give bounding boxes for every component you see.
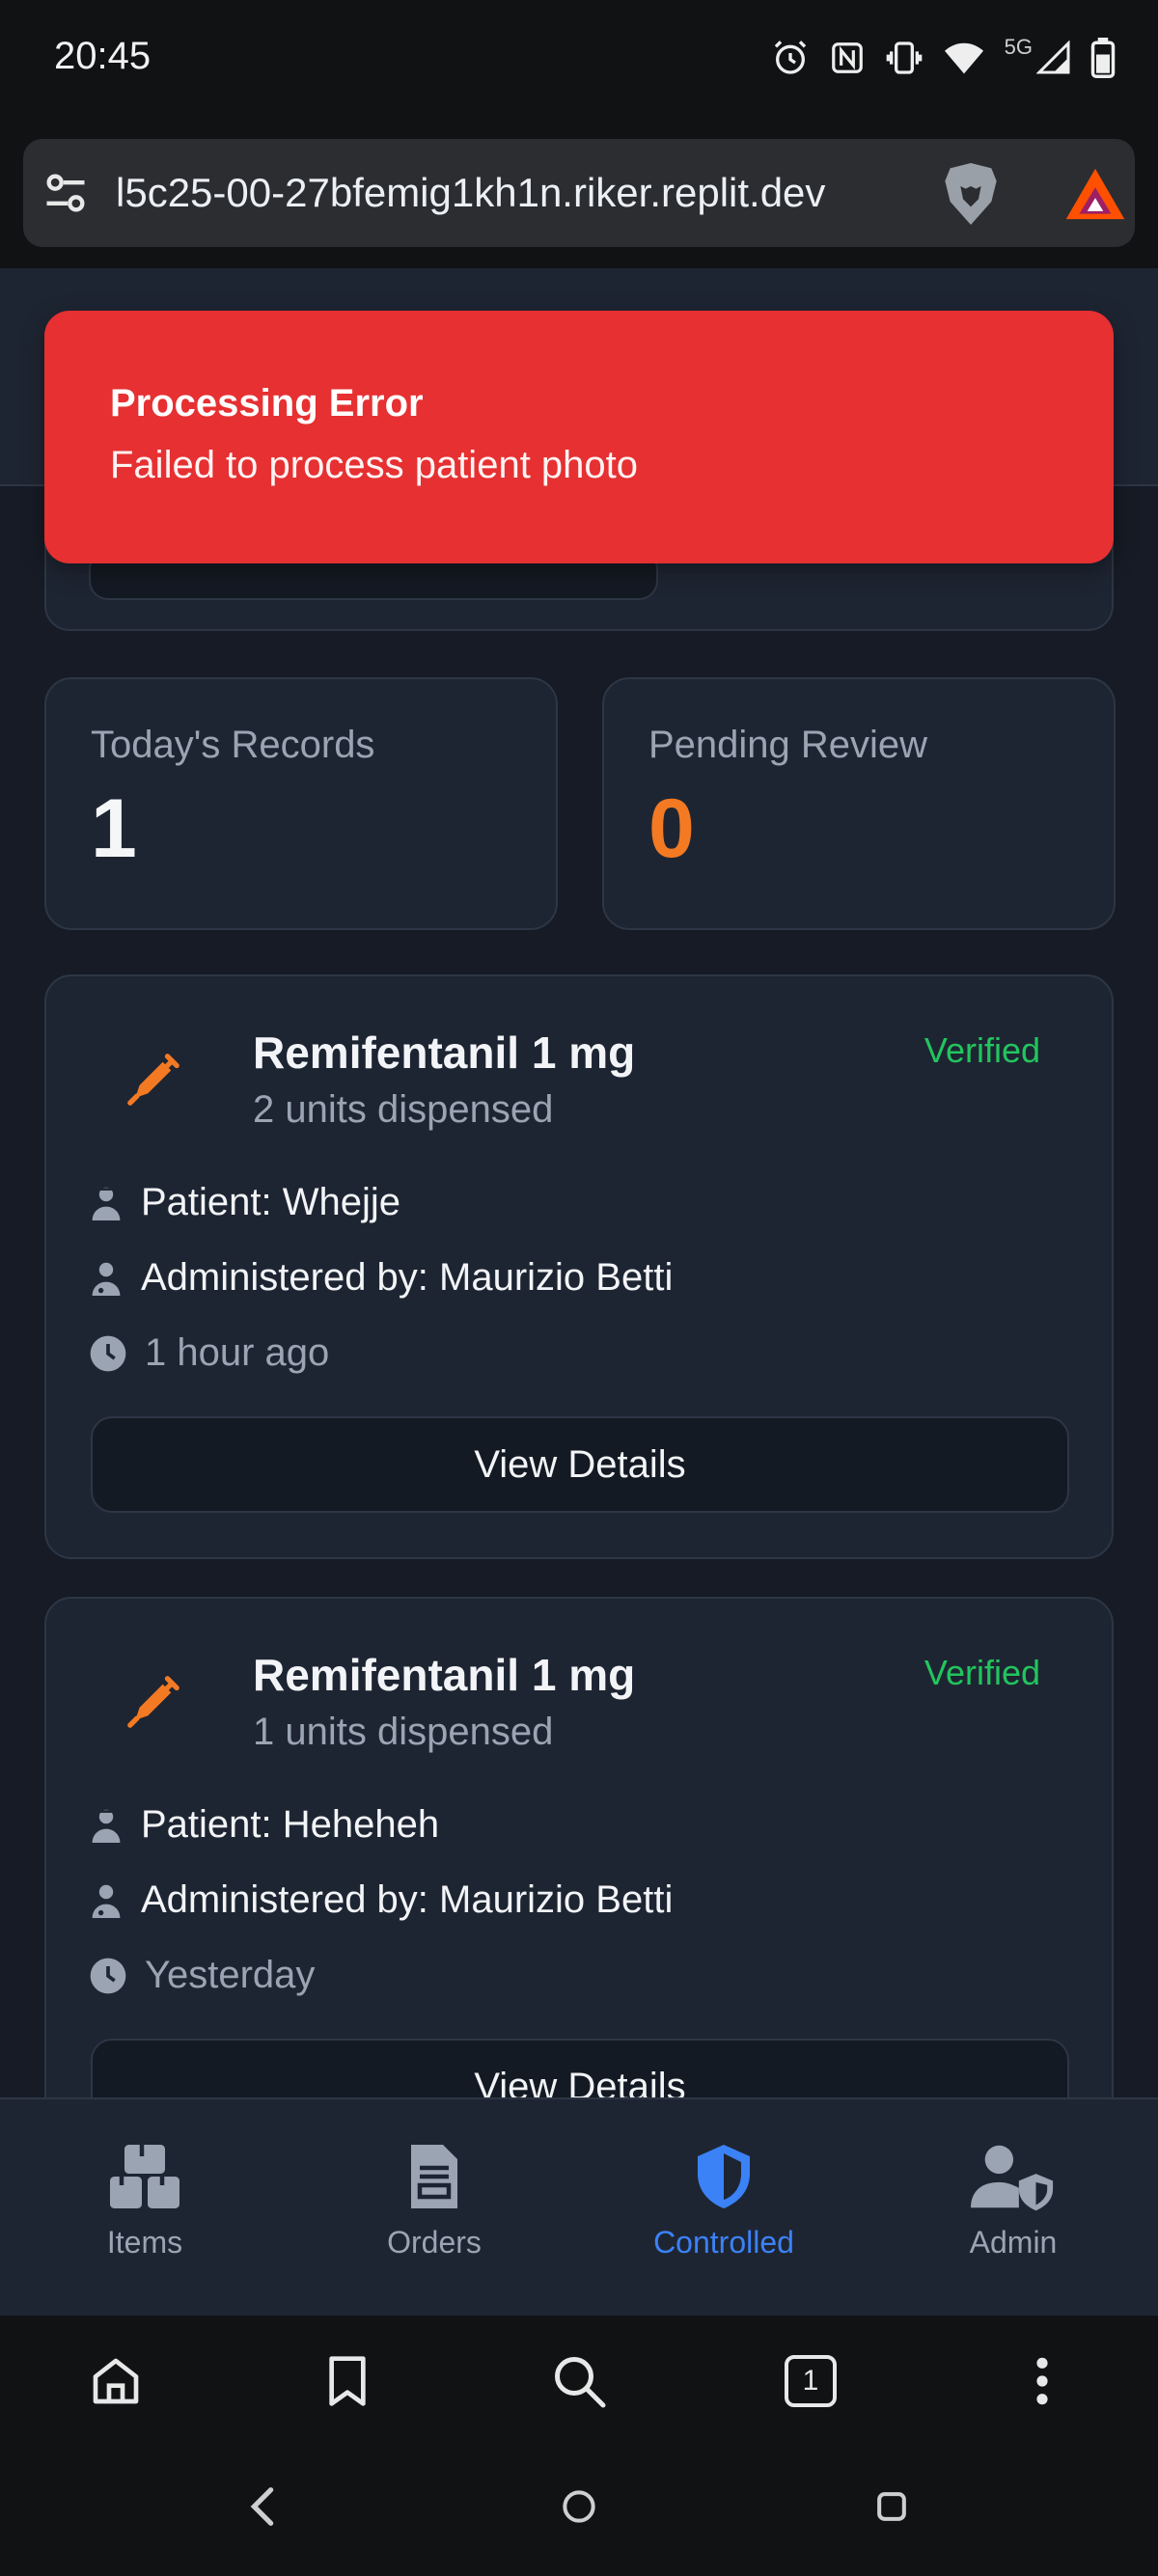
patient-icon: [92, 1187, 121, 1220]
tabs-button[interactable]: 1: [753, 2323, 868, 2439]
nav-controlled[interactable]: Controlled: [579, 2099, 868, 2316]
nav-items[interactable]: Items: [0, 2099, 290, 2316]
menu-button[interactable]: [984, 2323, 1100, 2439]
record-title: Remifentanil 1 mg: [253, 1028, 636, 1078]
clipboard-icon: [411, 2145, 457, 2208]
status-icons: 5G: [771, 33, 1116, 83]
app-bottom-nav: Items Orders Controlled Admin: [0, 2097, 1158, 2316]
view-details-button[interactable]: View Details: [91, 2039, 1069, 2097]
tab-count: 1: [785, 2355, 837, 2407]
stat-value: 1: [91, 782, 137, 875]
clock-icon: [90, 1958, 126, 1993]
signal-icon: [1036, 41, 1070, 74]
nav-admin[interactable]: Admin: [868, 2099, 1158, 2316]
search-button[interactable]: [521, 2323, 637, 2439]
recents-icon[interactable]: [870, 2481, 913, 2532]
status-time: 20:45: [54, 35, 152, 77]
shield-icon: [698, 2145, 750, 2208]
clock-icon: [90, 1335, 126, 1371]
stat-label: Pending Review: [648, 724, 928, 766]
time-text: Yesterday: [145, 1954, 316, 1996]
patient-icon: [92, 1809, 121, 1843]
patient-text: Patient: Heheheh: [141, 1803, 440, 1846]
toast-title: Processing Error: [110, 382, 424, 425]
time-line: 1 hour ago: [89, 1331, 329, 1375]
view-details-button[interactable]: View Details: [91, 1416, 1069, 1513]
status-bar: 20:45 5G: [0, 0, 1158, 116]
address-bar[interactable]: l5c25-00-27bfemig1kh1n.riker.replit.dev: [23, 139, 1135, 247]
url-text[interactable]: l5c25-00-27bfemig1kh1n.riker.replit.dev: [116, 166, 917, 220]
wifi-icon: [944, 42, 983, 74]
network-type: 5G: [1004, 35, 1033, 59]
back-icon[interactable]: [243, 2481, 282, 2532]
doctor-icon: [92, 1262, 121, 1296]
nav-label: Admin: [969, 2225, 1058, 2260]
administered-line: Administered by: Maurizio Betti: [89, 1256, 673, 1300]
syringe-icon: [127, 1676, 179, 1728]
battery-icon: [1090, 38, 1116, 78]
toast-message: Failed to process patient photo: [110, 444, 639, 486]
nfc-icon: [831, 42, 863, 73]
system-nav-bar: [0, 2447, 1158, 2576]
alarm-icon: [774, 41, 806, 74]
user-shield-icon: [971, 2145, 1054, 2211]
status-badge: Verified: [924, 1030, 1040, 1070]
record-subtitle: 1 units dispensed: [253, 1711, 554, 1753]
bookmark-icon: [329, 2356, 366, 2406]
time-line: Yesterday: [89, 1954, 315, 1997]
home-icon: [93, 2358, 139, 2404]
bookmark-button[interactable]: [290, 2323, 405, 2439]
site-settings-icon[interactable]: [41, 168, 91, 218]
stat-label: Today's Records: [91, 724, 375, 766]
administered-text: Administered by: Maurizio Betti: [141, 1256, 674, 1299]
error-toast[interactable]: Processing Error Failed to process patie…: [44, 311, 1114, 563]
browser-bottom-bar: 1: [0, 2316, 1158, 2447]
record-card: Remifentanil 1 mg 2 units dispensed Veri…: [44, 974, 1114, 1559]
stat-value: 0: [648, 782, 695, 875]
browser-toolbar: l5c25-00-27bfemig1kh1n.riker.replit.dev: [0, 116, 1158, 268]
boxes-icon: [110, 2145, 179, 2208]
home-button[interactable]: [58, 2323, 174, 2439]
page-content: Today's Records 1 Pending Review 0 Remif…: [0, 268, 1158, 2097]
time-text: 1 hour ago: [145, 1331, 330, 1374]
search-icon: [555, 2357, 606, 2408]
nav-label: Controlled: [653, 2225, 794, 2260]
record-card: Remifentanil 1 mg 1 units dispensed Veri…: [44, 1597, 1114, 2097]
vibrate-icon: [886, 41, 922, 74]
stat-card-pending: Pending Review 0: [602, 677, 1116, 930]
home-circle-icon[interactable]: [558, 2481, 600, 2532]
patient-text: Patient: Whejje: [141, 1181, 401, 1223]
nav-label: Items: [106, 2225, 183, 2260]
administered-text: Administered by: Maurizio Betti: [141, 1878, 674, 1921]
brave-shields-icon[interactable]: [940, 160, 1002, 228]
status-badge: Verified: [924, 1653, 1040, 1692]
patient-line: Patient: Whejje: [89, 1181, 400, 1224]
administered-line: Administered by: Maurizio Betti: [89, 1878, 673, 1922]
patient-line: Patient: Heheheh: [89, 1803, 439, 1847]
stat-card-today: Today's Records 1: [44, 677, 558, 930]
syringe-icon: [127, 1054, 179, 1106]
doctor-icon: [92, 1884, 121, 1918]
record-title: Remifentanil 1 mg: [253, 1650, 636, 1700]
nav-orders[interactable]: Orders: [290, 2099, 579, 2316]
brave-rewards-icon[interactable]: [1063, 166, 1127, 222]
nav-label: Orders: [387, 2225, 482, 2260]
more-vertical-icon: [1036, 2357, 1048, 2405]
record-subtitle: 2 units dispensed: [253, 1088, 554, 1131]
